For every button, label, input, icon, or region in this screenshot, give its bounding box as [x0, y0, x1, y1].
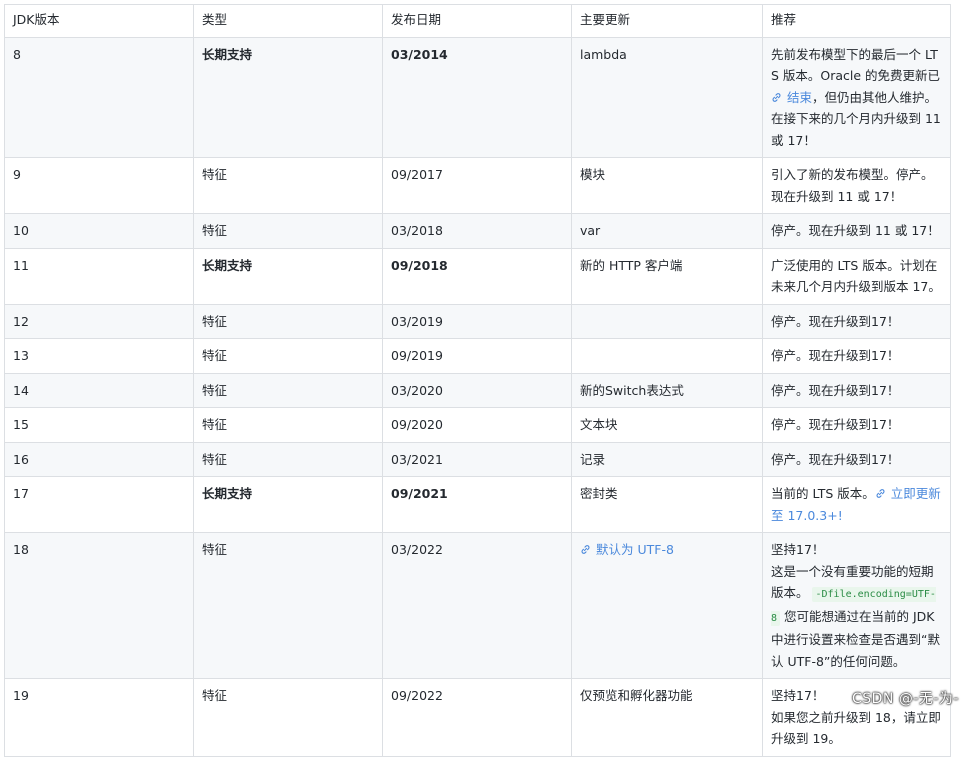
cell-recommendation: 坚持17！ 这是一个没有重要功能的短期版本。 -Dfile.encoding=UT…	[762, 532, 951, 679]
header-row: JDK版本 类型 发布日期 主要更新 推荐	[4, 4, 951, 38]
cell-date: 03/2014	[382, 36, 572, 158]
cell-update	[571, 303, 763, 339]
end-link[interactable]: 结束	[771, 90, 812, 105]
link-icon	[875, 488, 886, 499]
table-row: 15 特征 09/2020 文本块 停产。现在升级到17！	[4, 407, 951, 443]
cell-recommendation: 停产。现在升级到17！	[762, 338, 951, 374]
cell-update: 记录	[571, 441, 763, 477]
rec-text-tail: 您可能想通过在当前的 JDK 中进行设置来检查是否遇到“默认 UTF-8”的任何…	[771, 608, 940, 669]
utf8-default-link[interactable]: 默认为 UTF-8	[580, 542, 674, 557]
link-icon	[580, 544, 591, 555]
cell-recommendation: 停产。现在升级到 11 或 17！	[762, 213, 951, 249]
cell-date: 09/2020	[382, 407, 572, 443]
header-version: JDK版本	[4, 4, 194, 38]
table-row: 12 特征 03/2019 停产。现在升级到17！	[4, 303, 951, 339]
cell-update: 模块	[571, 157, 763, 214]
table-row: 10 特征 03/2018 var 停产。现在升级到 11 或 17！	[4, 213, 951, 249]
end-link-label: 结束	[787, 89, 813, 105]
cell-recommendation: 停产。现在升级到17！	[762, 407, 951, 443]
cell-update: 仅预览和孵化器功能	[571, 678, 763, 757]
table-row: 17 长期支持 09/2021 密封类 当前的 LTS 版本。 立即更新至 17.…	[4, 476, 951, 533]
cell-version: 10	[4, 213, 194, 249]
cell-date: 03/2020	[382, 372, 572, 408]
cell-type: 特征	[193, 157, 383, 214]
jdk-versions-table: JDK版本 类型 发布日期 主要更新 推荐 8 长期支持 03/2014 lam…	[4, 4, 951, 757]
header-type: 类型	[193, 4, 383, 38]
cell-version: 18	[4, 532, 194, 679]
table-row: 19 特征 09/2022 仅预览和孵化器功能 坚持17！ 如果您之前升级到 18…	[4, 678, 951, 757]
cell-update: 新的 HTTP 客户端	[571, 247, 763, 305]
header-update: 主要更新	[571, 4, 763, 38]
csdn-watermark: CSDN @-无-为-	[851, 691, 959, 707]
cell-type: 特征	[193, 213, 383, 249]
cell-update: var	[571, 213, 763, 249]
rec-line1: 坚持17！	[771, 542, 825, 557]
utf8-default-label: 默认为 UTF-8	[596, 542, 674, 557]
cell-recommendation: 停产。现在升级到17！	[762, 303, 951, 339]
cell-recommendation: 先前发布模型下的最后一个 LTS 版本。Oracle 的免费更新已 结束，但仍由…	[762, 36, 951, 158]
cell-recommendation: 当前的 LTS 版本。 立即更新至 17.0.3+!	[762, 476, 951, 533]
cell-version: 11	[4, 247, 194, 305]
cell-date: 03/2022	[382, 532, 572, 679]
cell-type: 长期支持	[193, 247, 383, 305]
cell-type: 特征	[193, 303, 383, 339]
cell-version: 17	[4, 476, 194, 533]
cell-version: 19	[4, 678, 194, 757]
table-header: JDK版本 类型 发布日期 主要更新 推荐	[4, 4, 951, 38]
cell-type: 特征	[193, 678, 383, 757]
table-row: 8 长期支持 03/2014 lambda 先前发布模型下的最后一个 LTS 版…	[4, 36, 951, 158]
table-row: 18 特征 03/2022 默认为 UTF-8 坚持17！ 这是一个没有重要功能的…	[4, 532, 951, 679]
cell-type: 特征	[193, 372, 383, 408]
cell-date: 09/2022	[382, 678, 572, 757]
header-recommendation: 推荐	[762, 4, 951, 38]
cell-date: 03/2019	[382, 303, 572, 339]
rec-text: 先前发布模型下的最后一个 LTS 版本。Oracle 的免费更新已	[771, 46, 941, 84]
cell-type: 特征	[193, 407, 383, 443]
cell-update: 密封类	[571, 476, 763, 533]
cell-recommendation: 广泛使用的 LTS 版本。计划在未来几个月内升级到版本 17。	[762, 247, 951, 305]
cell-version: 8	[4, 36, 194, 158]
header-date: 发布日期	[382, 4, 572, 38]
table-row: 11 长期支持 09/2018 新的 HTTP 客户端 广泛使用的 LTS 版本…	[4, 247, 951, 305]
cell-version: 12	[4, 303, 194, 339]
cell-recommendation: 停产。现在升级到17！	[762, 372, 951, 408]
cell-type: 长期支持	[193, 36, 383, 158]
cell-type: 特征	[193, 441, 383, 477]
cell-recommendation: 引入了新的发布模型。停产。现在升级到 11 或 17！	[762, 157, 951, 214]
cell-update	[571, 338, 763, 374]
table-row: 9 特征 09/2017 模块 引入了新的发布模型。停产。现在升级到 11 或 …	[4, 157, 951, 214]
cell-date: 09/2019	[382, 338, 572, 374]
table-row: 14 特征 03/2020 新的Switch表达式 停产。现在升级到17！	[4, 372, 951, 408]
cell-recommendation: 停产。现在升级到17！	[762, 441, 951, 477]
table-row: 16 特征 03/2021 记录 停产。现在升级到17！	[4, 441, 951, 477]
cell-version: 15	[4, 407, 194, 443]
cell-date: 09/2018	[382, 247, 572, 305]
cell-update: lambda	[571, 36, 763, 158]
cell-type: 特征	[193, 338, 383, 374]
cell-version: 16	[4, 441, 194, 477]
cell-date: 09/2017	[382, 157, 572, 214]
cell-date: 03/2018	[382, 213, 572, 249]
rec-line2: 如果您之前升级到 18，请立即升级到 19。	[771, 709, 941, 747]
cell-date: 03/2021	[382, 441, 572, 477]
link-icon	[771, 92, 782, 103]
cell-version: 14	[4, 372, 194, 408]
cell-update: 默认为 UTF-8	[571, 532, 763, 679]
cell-update: 文本块	[571, 407, 763, 443]
rec-line1: 坚持17！	[771, 688, 825, 703]
rec-text: 当前的 LTS 版本。	[771, 486, 875, 501]
cell-date: 09/2021	[382, 476, 572, 533]
cell-update: 新的Switch表达式	[571, 372, 763, 408]
cell-type: 特征	[193, 532, 383, 679]
cell-version: 9	[4, 157, 194, 214]
cell-version: 13	[4, 338, 194, 374]
cell-type: 长期支持	[193, 476, 383, 533]
table-row: 13 特征 09/2019 停产。现在升级到17！	[4, 338, 951, 374]
